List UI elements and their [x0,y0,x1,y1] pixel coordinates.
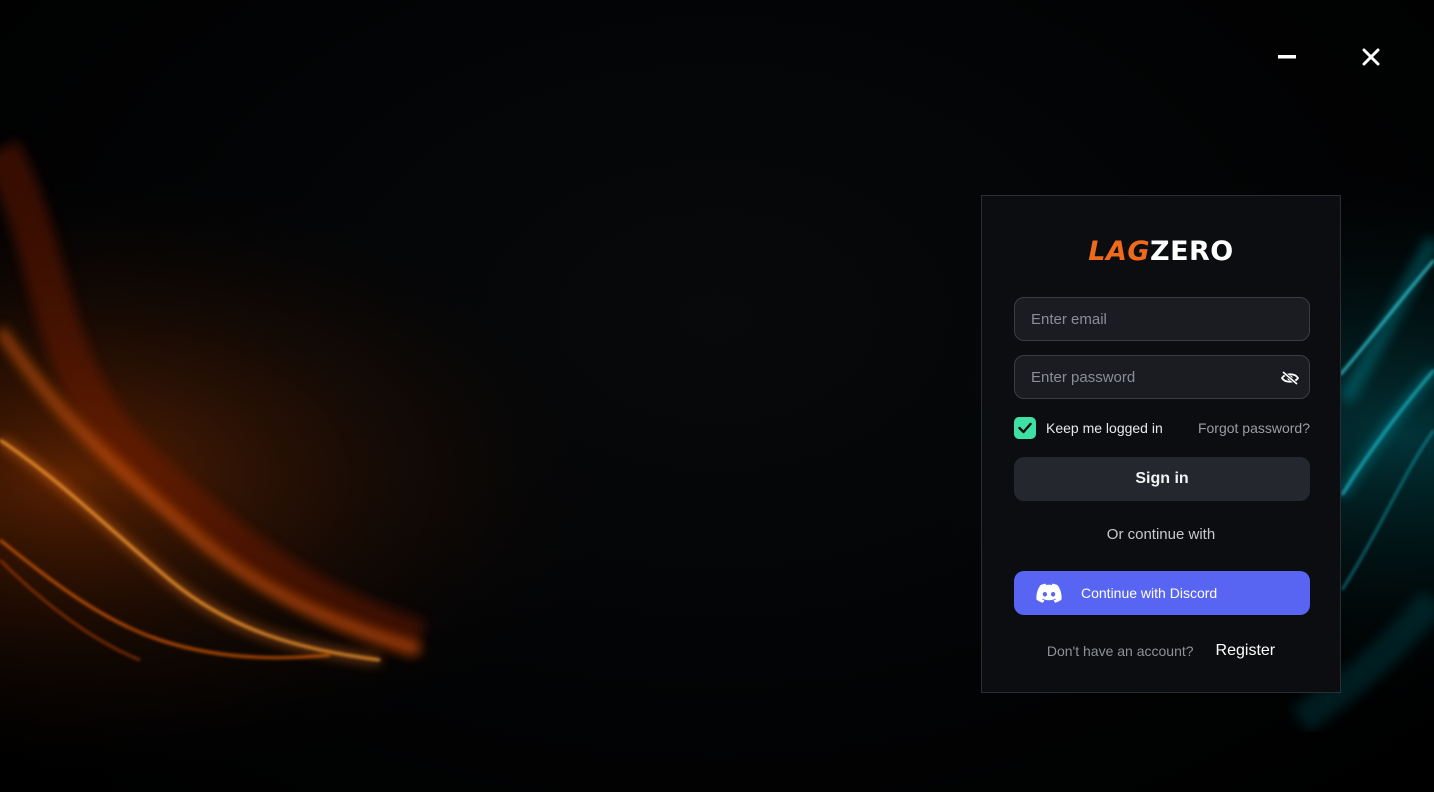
no-account-text: Don't have an account? [1046,643,1194,659]
remember-row: Keep me logged in Forgot password? [1014,416,1310,440]
discord-icon [1036,583,1062,603]
forgot-password-link[interactable]: Forgot password? [1198,420,1310,436]
checkmark-icon [1018,422,1032,434]
remember-label: Keep me logged in [1046,420,1163,436]
password-input[interactable] [1015,356,1309,398]
register-link[interactable]: Register [1216,642,1276,660]
login-panel: LAGZERO Keep me logged in [981,195,1341,693]
register-row: Don't have an account? Register [982,642,1340,660]
sign-in-button[interactable]: Sign in [1014,457,1310,501]
lagzero-logo: LAGZERO [982,232,1340,272]
eye-off-icon[interactable] [1281,371,1299,385]
close-icon [1362,48,1380,66]
logo-zero-text: ZERO [1150,236,1234,267]
minimize-button[interactable] [1270,40,1304,74]
discord-button-label: Continue with Discord [1081,585,1218,601]
logo-lag-text: LAG [1088,236,1150,267]
close-button[interactable] [1354,40,1388,74]
remember-group: Keep me logged in [1014,417,1163,439]
password-field-wrapper [1014,355,1310,399]
or-continue-text: Or continue with [1106,526,1216,543]
discord-button[interactable]: Continue with Discord [1014,571,1310,615]
email-input[interactable] [1015,298,1309,340]
minimize-icon [1278,55,1296,59]
login-window: LAGZERO Keep me logged in [0,0,1434,792]
email-field-wrapper [1014,297,1310,341]
remember-checkbox[interactable] [1014,417,1036,439]
